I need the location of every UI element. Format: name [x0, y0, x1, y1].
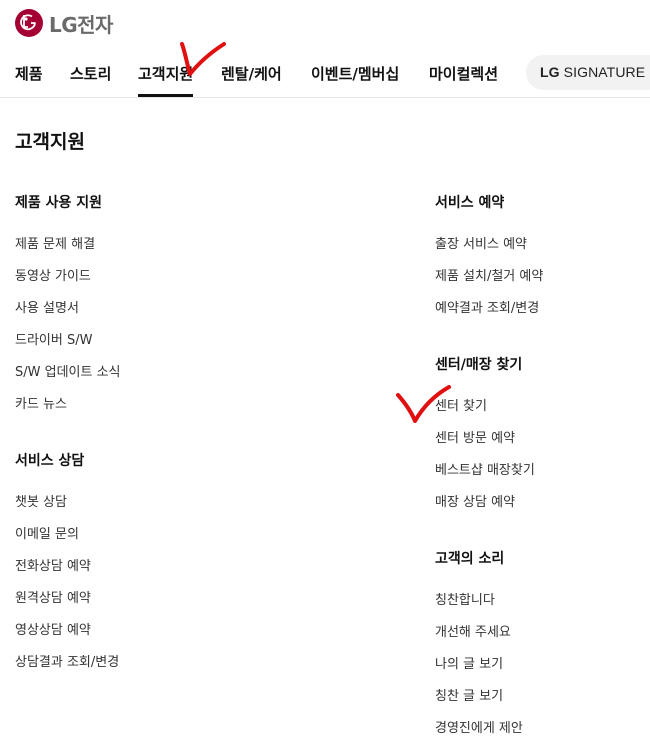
link-reservation-result-check[interactable]: 예약결과 조회/변경 [435, 297, 539, 316]
lg-logo-icon [15, 9, 43, 37]
link-video-guide[interactable]: 동영상 가이드 [15, 265, 91, 284]
link-suggest-to-executives[interactable]: 경영진에게 제안 [435, 717, 523, 736]
link-compliment-posts[interactable]: 칭찬 글 보기 [435, 685, 503, 704]
site-header: LG전자 제품 스토리 고객지원 렌탈/케어 이벤트/멤버십 마이컬렉션 LG … [0, 0, 650, 98]
link-sw-update-news[interactable]: S/W 업데이트 소식 [15, 361, 121, 380]
nav-item-my-collection[interactable]: 마이컬렉션 [429, 62, 498, 97]
link-find-center[interactable]: 센터 찾기 [435, 395, 487, 414]
link-visit-service-reservation[interactable]: 출장 서비스 예약 [435, 233, 527, 252]
link-phone-consult-reservation[interactable]: 전화상담 예약 [15, 555, 91, 574]
nav-item-story[interactable]: 스토리 [70, 62, 111, 97]
link-remote-consult-reservation[interactable]: 원격상담 예약 [15, 587, 91, 606]
link-email-inquiry[interactable]: 이메일 문의 [15, 523, 79, 542]
link-store-consult-reservation[interactable]: 매장 상담 예약 [435, 491, 515, 510]
link-compliment[interactable]: 칭찬합니다 [435, 589, 495, 608]
link-my-posts[interactable]: 나의 글 보기 [435, 653, 503, 672]
section-title-product-support: 제품 사용 지원 [15, 195, 103, 211]
link-card-news[interactable]: 카드 뉴스 [15, 393, 67, 412]
nav-item-products[interactable]: 제품 [15, 62, 43, 97]
section-title-center-store: 센터/매장 찾기 [435, 357, 523, 373]
nav-item-event-membership[interactable]: 이벤트/멤버십 [311, 62, 399, 97]
section-title-service-consult: 서비스 상담 [15, 453, 85, 469]
section-title-service-reservation: 서비스 예약 [435, 195, 505, 211]
link-center-visit-reservation[interactable]: 센터 방문 예약 [435, 427, 515, 446]
link-user-manual[interactable]: 사용 설명서 [15, 297, 79, 316]
signature-brand: LG [540, 64, 560, 80]
lg-signature-button[interactable]: LG SIGNATURE [526, 55, 650, 90]
section-title-customer-voice: 고객의 소리 [435, 551, 505, 567]
page-title: 고객지원 [15, 131, 85, 153]
brand-name: LG전자 [49, 12, 113, 37]
nav-item-customer-support[interactable]: 고객지원 [138, 62, 194, 97]
nav-item-rental-care[interactable]: 렌탈/케어 [221, 62, 282, 97]
link-install-removal-reservation[interactable]: 제품 설치/철거 예약 [435, 265, 543, 284]
signature-label: LG SIGNATURE [540, 64, 645, 80]
link-product-troubleshooting[interactable]: 제품 문제 해결 [15, 233, 95, 252]
link-bestshop-finder[interactable]: 베스트샵 매장찾기 [435, 459, 535, 478]
link-chatbot-consult[interactable]: 챗봇 상담 [15, 491, 67, 510]
link-suggest-improvement[interactable]: 개선해 주세요 [435, 621, 511, 640]
lg-logo[interactable]: LG전자 [15, 8, 113, 38]
link-driver-sw[interactable]: 드라이버 S/W [15, 329, 92, 348]
signature-text: SIGNATURE [563, 64, 646, 80]
link-video-consult-reservation[interactable]: 영상상담 예약 [15, 619, 91, 638]
link-consult-result-check[interactable]: 상담결과 조회/변경 [15, 651, 119, 670]
